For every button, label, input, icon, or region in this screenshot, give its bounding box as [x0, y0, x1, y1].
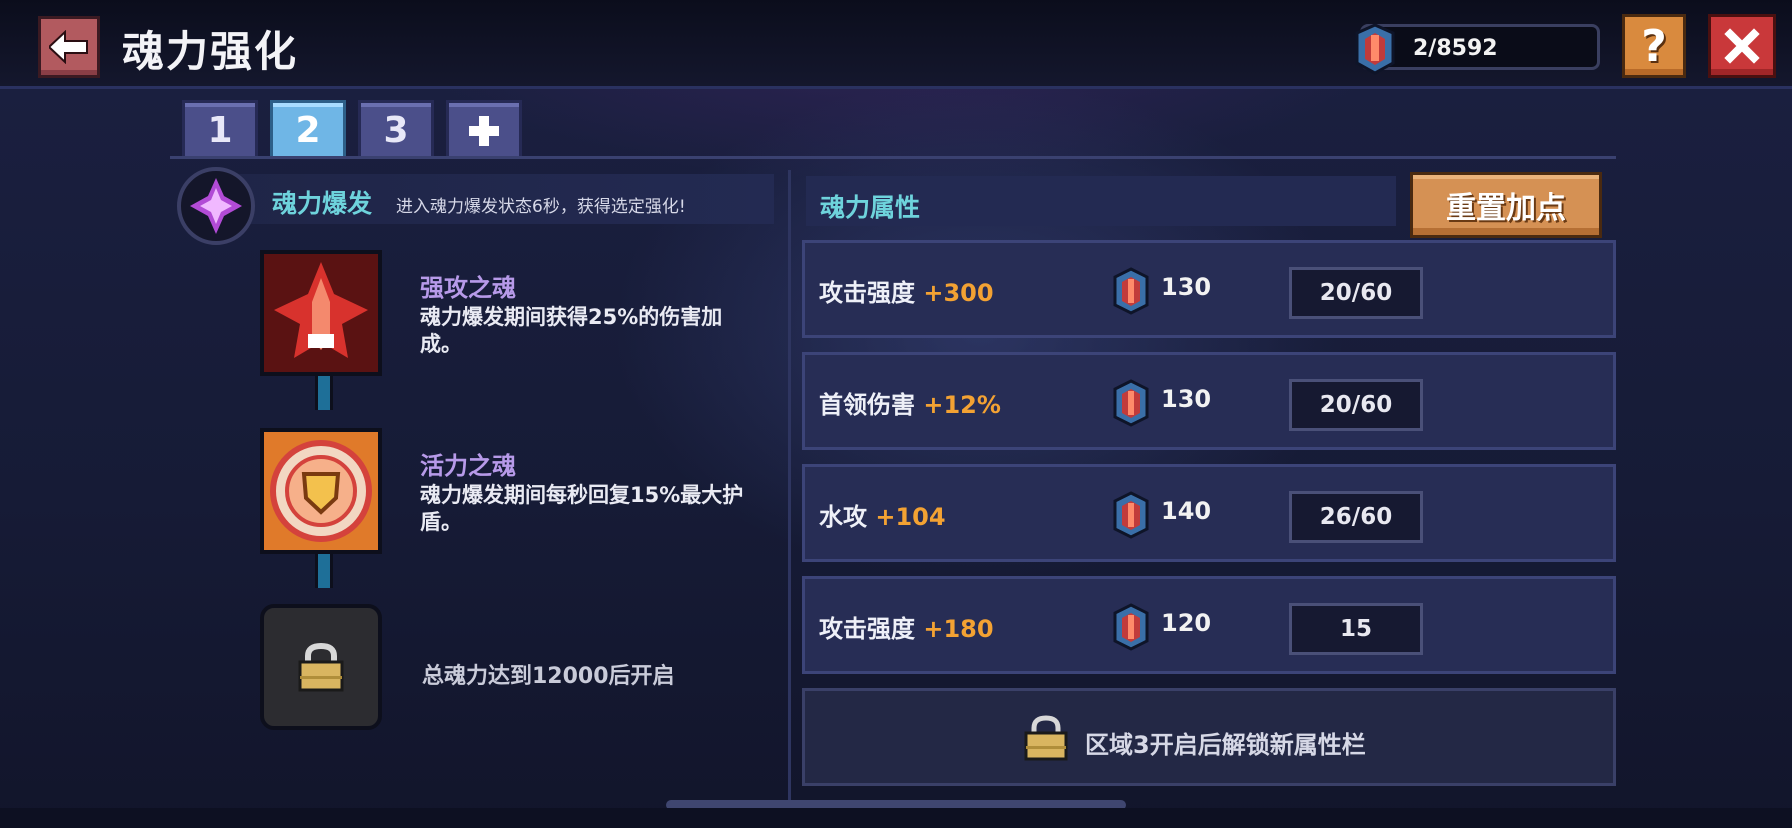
shield-orb-icon	[264, 432, 378, 550]
arrow-left-icon	[49, 30, 88, 64]
locked-skill-slot	[260, 604, 382, 730]
soul-gem-icon	[1113, 491, 1149, 539]
attribute-level: 20/60	[1289, 267, 1423, 319]
attribute-level: 26/60	[1289, 491, 1423, 543]
lock-icon	[1024, 715, 1068, 761]
locked-skill-text: 总魂力达到12000后开启	[422, 664, 675, 689]
back-button[interactable]	[38, 16, 100, 78]
attribute-cost: 130	[1161, 273, 1212, 301]
attribute-level: 15	[1289, 603, 1423, 655]
attribute-row[interactable]: 水攻 +104 140 26/60	[802, 464, 1616, 562]
attribute-bonus: +12%	[923, 391, 1001, 419]
attribute-bonus: +104	[875, 503, 946, 531]
attribute-name: 攻击强度	[819, 615, 915, 643]
lock-icon	[298, 642, 344, 692]
attribute-cost: 140	[1161, 497, 1212, 525]
skill-vitality-soul[interactable]	[260, 428, 382, 554]
soul-gem-icon	[1113, 603, 1149, 651]
burst-title: 魂力爆发	[272, 189, 373, 218]
bottom-edge	[0, 808, 1792, 828]
soul-currency-value: 2/8592	[1413, 36, 1498, 61]
panel-divider	[788, 170, 791, 806]
attribute-label: 攻击强度 +300	[819, 273, 994, 308]
attribute-label: 首领伤害 +12%	[819, 385, 1001, 420]
soul-gem-icon	[1113, 267, 1149, 315]
question-icon: ?	[1641, 20, 1667, 72]
attribute-row[interactable]: 首领伤害 +12% 130 20/60	[802, 352, 1616, 450]
soul-attributes-panel: 魂力属性 重置加点 攻击强度 +300 130 20/60 首领伤害 +12% …	[802, 170, 1618, 806]
skill-attack-soul[interactable]	[260, 250, 382, 376]
attribute-row[interactable]: 攻击强度 +180 120 15	[802, 576, 1616, 674]
close-button[interactable]	[1708, 14, 1776, 78]
soul-gem-icon	[1355, 23, 1395, 75]
attributes-header: 魂力属性	[806, 176, 1396, 226]
page-title: 魂力强化	[122, 27, 299, 76]
tab-2[interactable]: 2	[270, 100, 346, 158]
skill-connector	[315, 554, 333, 588]
attribute-label: 攻击强度 +180	[819, 609, 994, 644]
attribute-name: 水攻	[819, 503, 867, 531]
attribute-cost: 120	[1161, 609, 1212, 637]
red-ship-icon	[264, 254, 378, 372]
attribute-name: 攻击强度	[819, 279, 915, 307]
attribute-level: 20/60	[1289, 379, 1423, 431]
attribute-bonus: +180	[923, 615, 994, 643]
soul-burst-panel: 魂力爆发 进入魂力爆发状态6秒，获得选定强化! 强攻之魂 魂力爆发期间获得25%…	[176, 167, 774, 806]
close-icon	[1724, 28, 1760, 64]
attribute-name: 首领伤害	[819, 391, 915, 419]
soul-burst-icon	[177, 167, 255, 245]
attribute-label: 水攻 +104	[819, 497, 946, 532]
help-button[interactable]: ?	[1622, 14, 1686, 78]
skill-name: 强攻之魂	[420, 274, 516, 302]
burst-description: 进入魂力爆发状态6秒，获得选定强化!	[396, 197, 686, 217]
tab-divider	[170, 156, 1616, 159]
tab-1[interactable]: 1	[182, 100, 258, 158]
skill-description: 魂力爆发期间获得25%的伤害加成。	[420, 305, 723, 356]
attribute-cost: 130	[1161, 385, 1212, 413]
attributes-title: 魂力属性	[820, 193, 921, 222]
locked-attribute-text: 区域3开启后解锁新属性栏	[1085, 731, 1366, 759]
reset-points-button[interactable]: 重置加点	[1410, 172, 1602, 238]
attribute-row[interactable]: 攻击强度 +300 130 20/60	[802, 240, 1616, 338]
tab-3[interactable]: 3	[358, 100, 434, 158]
skill-description: 魂力爆发期间每秒回复15%最大护盾。	[420, 483, 744, 534]
soul-gem-icon	[1113, 379, 1149, 427]
attribute-bonus: +300	[923, 279, 994, 307]
soul-currency-display: 2/8592	[1355, 23, 1600, 75]
skill-name: 活力之魂	[420, 452, 516, 480]
skill-connector	[315, 376, 333, 410]
plus-icon	[469, 115, 499, 146]
top-bar: 魂力强化 2/8592 ?	[0, 0, 1792, 89]
tab-add[interactable]	[446, 100, 522, 158]
locked-attribute-row: 区域3开启后解锁新属性栏	[802, 688, 1616, 786]
